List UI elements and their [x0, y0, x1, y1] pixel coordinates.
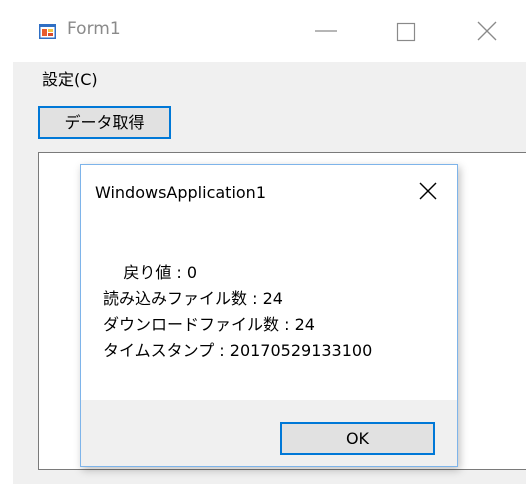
maximize-icon[interactable] [382, 14, 428, 48]
minimize-icon[interactable] [306, 14, 352, 48]
menu-bar: 設定(C) [13, 62, 526, 89]
menu-item-settings[interactable]: 設定(C) [42, 66, 98, 90]
close-icon[interactable] [462, 14, 508, 48]
dialog-message-line: 戻り値 : 0 [103, 263, 198, 282]
dialog-footer: OK [81, 400, 457, 466]
dialog-close-icon[interactable] [417, 180, 439, 202]
dialog-message-line: タイムスタンプ : 20170529133100 [103, 341, 373, 360]
window-left-edge [0, 60, 13, 484]
fetch-data-button[interactable]: データ取得 [38, 106, 171, 139]
message-dialog: WindowsApplication1 戻り値 : 0 読み込みファイル数 : … [80, 164, 458, 467]
form-app-icon [39, 24, 56, 39]
window-title: Form1 [67, 19, 121, 39]
main-window: Form1 設定(C) データ取得 WindowsApplication1 戻り… [0, 0, 526, 484]
ok-button[interactable]: OK [280, 422, 435, 455]
dialog-message-line: ダウンロードファイル数 : 24 [103, 315, 315, 334]
title-bar[interactable]: Form1 [0, 0, 526, 62]
dialog-title: WindowsApplication1 [95, 183, 266, 202]
dialog-message-line: 読み込みファイル数 : 24 [103, 289, 283, 308]
